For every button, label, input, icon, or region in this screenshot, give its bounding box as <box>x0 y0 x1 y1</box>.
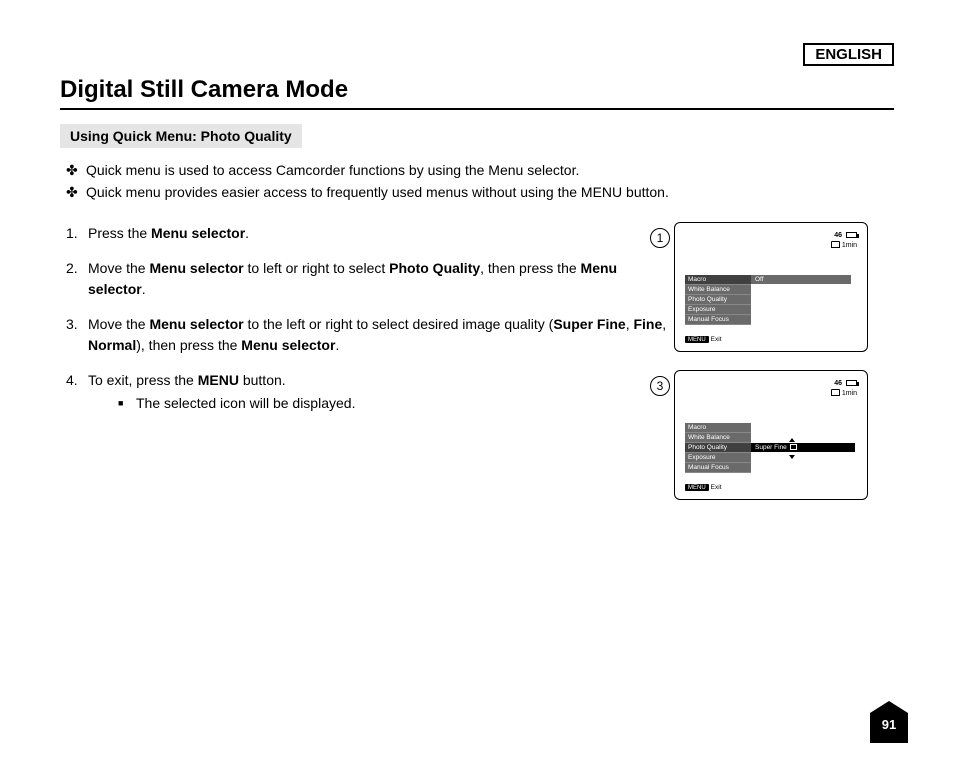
page-title: Digital Still Camera Mode <box>60 76 894 104</box>
square-bullet-icon: ■ <box>118 393 136 414</box>
figure-number-badge: 1 <box>650 228 670 248</box>
bullet-text: Quick menu is used to access Camcorder f… <box>86 160 579 182</box>
card-icon <box>831 389 840 396</box>
menu-item-white-balance: White Balance <box>685 433 751 443</box>
language-label: ENGLISH <box>803 43 894 66</box>
menu-item-macro: Macro <box>685 275 751 285</box>
title-rule <box>60 108 894 110</box>
quick-menu: Macro White Balance Photo Quality Exposu… <box>685 423 751 473</box>
bullet-text: Quick menu provides easier access to fre… <box>86 182 669 204</box>
battery-icon <box>846 380 857 386</box>
menu-item-manual-focus: Manual Focus <box>685 315 751 325</box>
menu-item-photo-quality: Photo Quality <box>685 295 751 305</box>
step-4-note: The selected icon will be displayed. <box>136 393 355 414</box>
steps-list: Press the Menu selector. Move the Menu s… <box>66 223 670 414</box>
time-remaining: 1min <box>842 242 857 249</box>
camera-screen: 46 1min Macro White Balance Photo Qualit… <box>674 370 868 500</box>
shot-count: 46 <box>834 232 842 239</box>
quality-icon <box>790 444 797 450</box>
exit-hint: MENUExit <box>685 484 722 492</box>
arrow-up-icon <box>789 438 795 442</box>
menu-item-exposure: Exposure <box>685 305 751 315</box>
bullet-mark: ✤ <box>66 160 86 182</box>
menu-item-macro: Macro <box>685 423 751 433</box>
intro-bullets: ✤Quick menu is used to access Camcorder … <box>66 160 894 203</box>
quick-menu: Macro White Balance Photo Quality Exposu… <box>685 275 751 325</box>
menu-value-off: Off <box>751 275 851 284</box>
menu-item-manual-focus: Manual Focus <box>685 463 751 473</box>
page-number-flag: 91 <box>870 701 908 743</box>
card-icon <box>831 241 840 248</box>
figure-3: 3 46 1min Macro White Balance Photo Qual… <box>674 370 892 500</box>
page-number: 91 <box>870 717 908 732</box>
section-subhead: Using Quick Menu: Photo Quality <box>60 124 302 148</box>
figure-1: 1 46 1min Macro White Balance Photo Qual… <box>674 222 892 352</box>
menu-button-label: MENU <box>685 336 709 343</box>
arrow-down-icon <box>789 455 795 459</box>
figure-number-badge: 3 <box>650 376 670 396</box>
menu-item-photo-quality: Photo Quality <box>685 443 751 453</box>
step-1: Press the Menu selector. <box>66 223 670 244</box>
menu-item-exposure: Exposure <box>685 453 751 463</box>
bullet-mark: ✤ <box>66 182 86 204</box>
step-2: Move the Menu selector to left or right … <box>66 258 670 300</box>
menu-item-white-balance: White Balance <box>685 285 751 295</box>
battery-icon <box>846 232 857 238</box>
time-remaining: 1min <box>842 390 857 397</box>
menu-button-label: MENU <box>685 484 709 491</box>
menu-value-super-fine: Super Fine <box>751 443 855 452</box>
exit-hint: MENUExit <box>685 336 722 344</box>
step-4: To exit, press the MENU button. ■ The se… <box>66 370 670 414</box>
shot-count: 46 <box>834 380 842 387</box>
step-3: Move the Menu selector to the left or ri… <box>66 314 670 356</box>
camera-screen: 46 1min Macro White Balance Photo Qualit… <box>674 222 868 352</box>
